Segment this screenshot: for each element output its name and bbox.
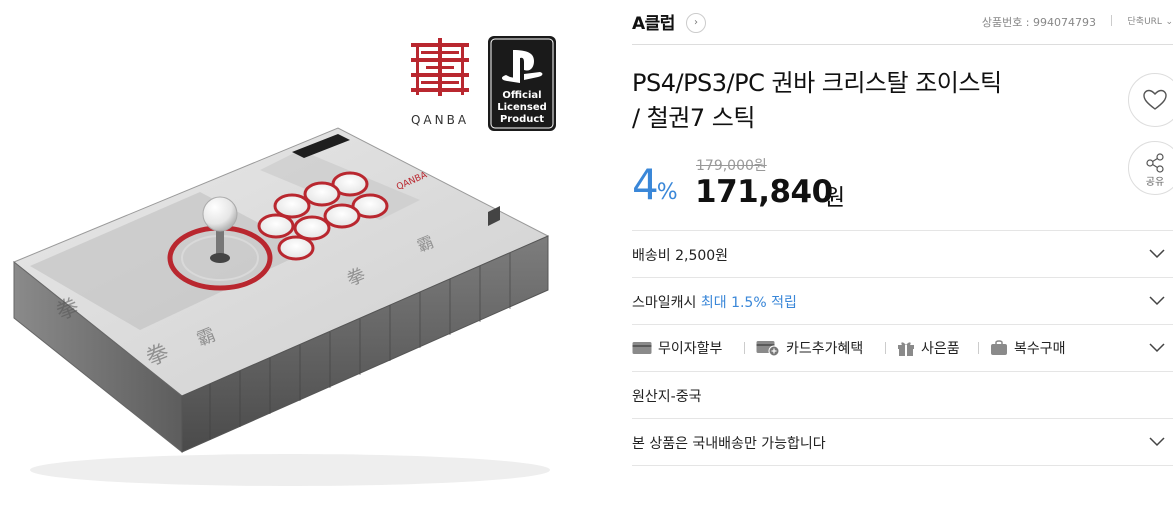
short-url-label: 단축URL xyxy=(1127,17,1162,27)
divider xyxy=(632,465,1173,466)
gift-icon xyxy=(898,342,914,356)
wishlist-button[interactable] xyxy=(1128,73,1173,127)
svg-text:Official: Official xyxy=(502,90,541,101)
product-number: 상품번호 : 994074793 xyxy=(981,16,1096,29)
multi-purchase-benefit[interactable]: 복수구매 xyxy=(990,338,1066,358)
domestic-shipping-text: 본 상품은 국내배송만 가능합니다 xyxy=(632,436,826,452)
discount-number: 4 xyxy=(632,160,659,209)
product-header-bar: A클럽 › 상품번호 : 994074793 단축URL ⌄ xyxy=(632,0,1173,45)
shipping-row[interactable]: 배송비 2,500원 xyxy=(632,230,1173,277)
installment-label: 무이자할부 xyxy=(658,341,723,357)
chevron-down-icon: ⌄ xyxy=(1165,17,1173,27)
product-title-line-1: PS4/PS3/PC 권바 크리스탈 조이스틱 xyxy=(632,69,1002,97)
smile-cash-row[interactable]: 스마일캐시 최대 1.5% 적립 xyxy=(632,277,1173,324)
discount-rate: 4% xyxy=(632,160,678,209)
domestic-shipping-row[interactable]: 본 상품은 국내배송만 가능합니다 xyxy=(632,418,1173,465)
gift-label: 사은품 xyxy=(921,341,960,357)
gift-benefit[interactable]: 사은품 xyxy=(897,338,960,358)
sale-price: 171,840 xyxy=(695,174,833,210)
currency-label: 원 xyxy=(824,185,846,211)
installment-benefit[interactable]: 무이자할부 xyxy=(632,338,722,358)
benefits-row[interactable]: 무이자할부 카드추가혜택 사은품 복수구매 xyxy=(632,324,1173,371)
smile-cash-label: 스마일캐시 xyxy=(632,295,701,311)
divider xyxy=(978,342,979,354)
multi-purchase-label: 복수구매 xyxy=(1014,341,1066,357)
product-title: PS4/PS3/PC 권바 크리스탈 조이스틱 / 철권7 스틱 xyxy=(632,66,1072,136)
card-icon xyxy=(632,342,652,354)
chevron-down-icon xyxy=(1149,343,1165,353)
product-image[interactable]: QANBA Official Licensed Product 拳 拳 霸 拳 … xyxy=(0,0,610,505)
svg-text:Product: Product xyxy=(500,114,544,125)
discount-unit: % xyxy=(656,180,678,205)
share-button[interactable]: 공유 xyxy=(1128,141,1173,195)
short-url-button[interactable]: 단축URL ⌄ xyxy=(1128,14,1173,27)
card-benefit[interactable]: 카드추가혜택 xyxy=(756,338,863,358)
product-info-panel: A클럽 › 상품번호 : 994074793 단축URL ⌄ PS4/PS3/P… xyxy=(632,0,1173,505)
svg-text:Licensed: Licensed xyxy=(497,102,547,113)
original-price: 179,000원 xyxy=(696,158,767,174)
chevron-down-icon xyxy=(1149,249,1165,259)
arcade-stick-illustration: QANBA Official Licensed Product 拳 拳 霸 拳 … xyxy=(13,36,556,486)
origin-text: 원산지-중국 xyxy=(632,389,702,405)
smile-cash-text: 스마일캐시 최대 1.5% 적립 xyxy=(632,292,797,312)
shipping-fee: 배송비 2,500원 xyxy=(632,248,729,264)
chevron-right-icon[interactable]: › xyxy=(686,13,706,33)
playstation-licensed-logo: Official Licensed Product xyxy=(488,36,556,131)
a-club-label[interactable]: A클럽 xyxy=(632,9,675,34)
card-benefit-label: 카드추가혜택 xyxy=(786,341,864,357)
product-title-line-2: / 철권7 스틱 xyxy=(632,104,755,132)
origin-row: 원산지-중국 xyxy=(632,371,1173,418)
qanba-wordmark: QANBA xyxy=(411,113,469,127)
divider xyxy=(1111,15,1112,26)
arcade-stick-body: 拳 拳 霸 拳 霸 QANBA xyxy=(13,127,550,486)
divider xyxy=(744,342,745,354)
divider xyxy=(885,342,886,354)
heart-icon xyxy=(1143,89,1167,110)
chevron-down-icon xyxy=(1149,437,1165,447)
share-label: 공유 xyxy=(1145,177,1165,188)
smile-cash-highlight: 최대 1.5% 적립 xyxy=(700,295,797,311)
card-plus-icon xyxy=(756,341,780,356)
bag-icon xyxy=(991,340,1007,355)
qanba-logo: QANBA xyxy=(411,38,469,127)
chevron-down-icon xyxy=(1149,296,1165,306)
